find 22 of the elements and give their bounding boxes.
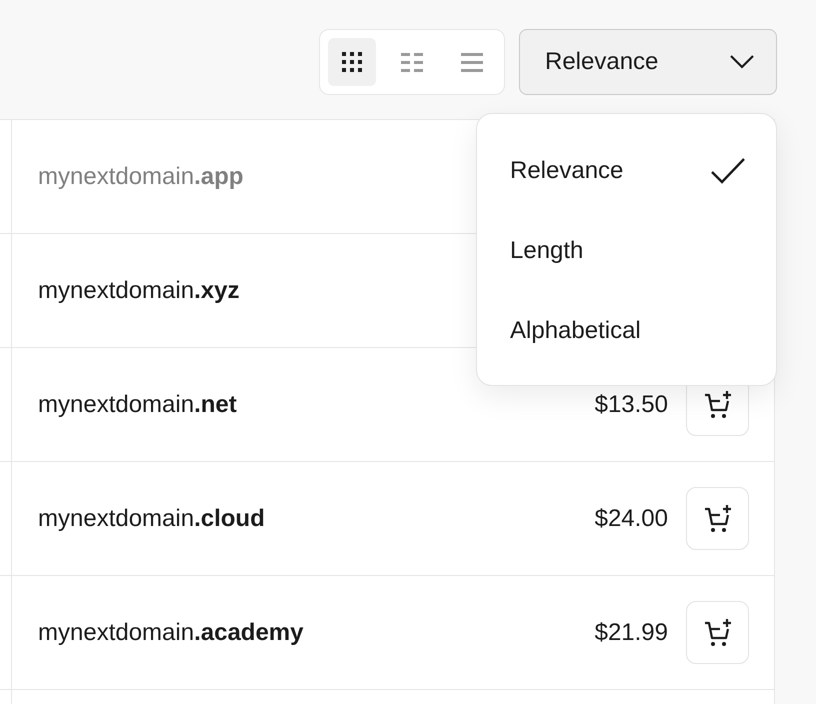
domain-price: $21.99 bbox=[594, 618, 668, 648]
add-to-cart-icon bbox=[702, 504, 732, 534]
add-to-cart-button[interactable] bbox=[686, 487, 749, 550]
sort-option[interactable]: Length bbox=[477, 211, 776, 291]
sort-select[interactable]: Relevance bbox=[519, 29, 777, 95]
chevron-down-icon bbox=[730, 55, 754, 69]
add-to-cart-button[interactable] bbox=[686, 601, 749, 664]
sort-option[interactable]: Alphabetical bbox=[477, 291, 776, 371]
domain-name: mynextdomain.academy bbox=[38, 618, 304, 648]
domain-name: mynextdomain.xyz bbox=[38, 276, 240, 306]
domain-name: mynextdomain.cloud bbox=[38, 504, 265, 534]
add-to-cart-icon bbox=[702, 390, 732, 420]
list-icon bbox=[461, 52, 483, 72]
view-toggle-button[interactable] bbox=[328, 38, 376, 86]
dot-grid-icon bbox=[342, 52, 362, 72]
domain-price: $13.50 bbox=[594, 390, 668, 420]
domain-name: mynextdomain.net bbox=[38, 390, 237, 420]
domain-price: $24.00 bbox=[594, 504, 668, 534]
sort-option[interactable]: Relevance bbox=[477, 131, 776, 211]
two-column-icon bbox=[401, 52, 423, 72]
domain-name: mynextdomain.app bbox=[38, 162, 244, 192]
add-to-cart-icon bbox=[702, 618, 732, 648]
